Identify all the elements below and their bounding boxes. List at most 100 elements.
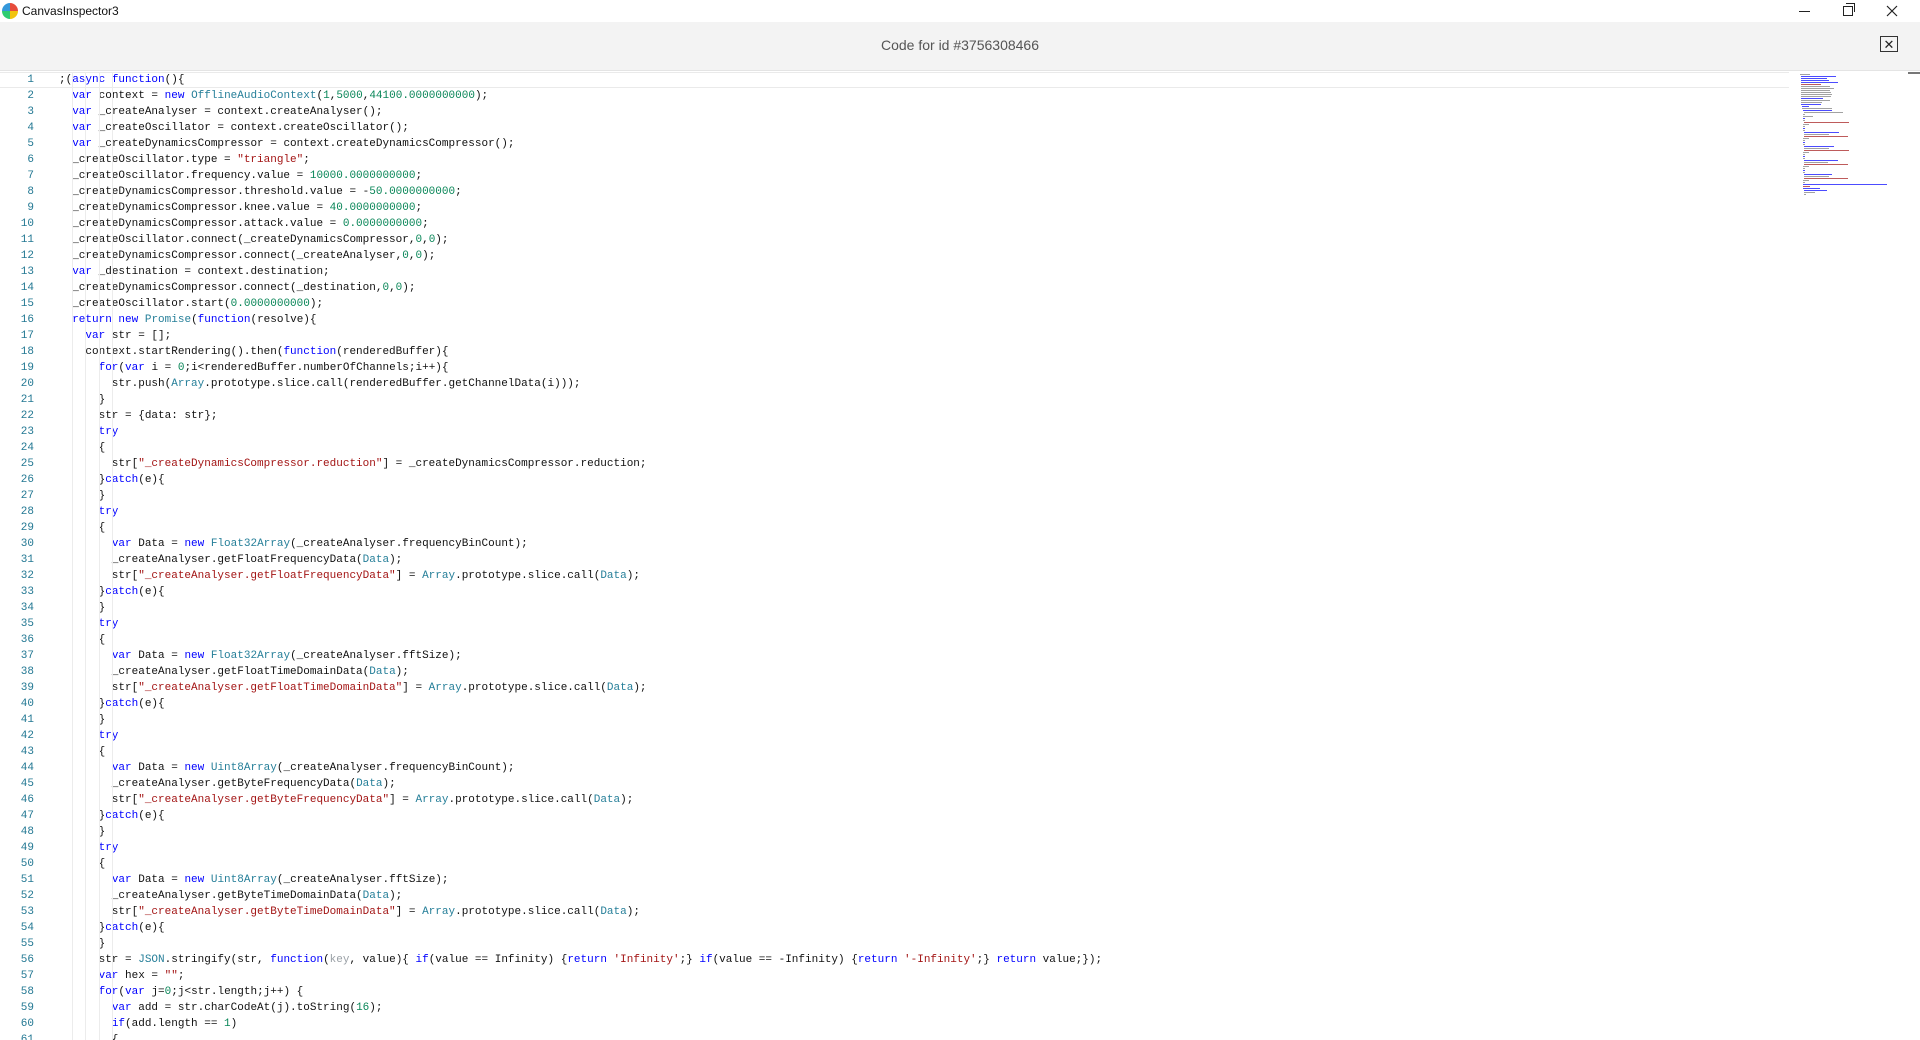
- code-line[interactable]: var _createDynamicsCompressor = context.…: [59, 136, 1789, 152]
- minimap-line: [1803, 186, 1811, 187]
- code-line[interactable]: str["_createAnalyser.getByteTimeDomainDa…: [59, 904, 1789, 920]
- code-line[interactable]: {: [59, 520, 1789, 536]
- line-number: 35: [20, 618, 34, 630]
- minimap-line: [1801, 100, 1830, 101]
- code-line[interactable]: }catch(e){: [59, 808, 1789, 824]
- code-line[interactable]: }: [59, 392, 1789, 408]
- code-line[interactable]: str["_createAnalyser.getFloatTimeDomainD…: [59, 680, 1789, 696]
- code-line[interactable]: str = JSON.stringify(str, function(key, …: [59, 952, 1789, 968]
- code-line[interactable]: var _destination = context.destination;: [59, 264, 1789, 280]
- line-number: 2: [27, 90, 34, 102]
- close-window-button[interactable]: [1870, 0, 1914, 22]
- code-line[interactable]: var Data = new Float32Array(_createAnaly…: [59, 536, 1789, 552]
- code-line[interactable]: var _createAnalyser = context.createAnal…: [59, 104, 1789, 120]
- restore-button[interactable]: [1826, 0, 1870, 22]
- minimap-line: [1803, 140, 1806, 141]
- code-line[interactable]: _createAnalyser.getFloatTimeDomainData(D…: [59, 664, 1789, 680]
- code-line[interactable]: }catch(e){: [59, 584, 1789, 600]
- code-line[interactable]: try: [59, 840, 1789, 856]
- code-line[interactable]: }: [59, 712, 1789, 728]
- code-line[interactable]: {: [59, 856, 1789, 872]
- minimap-line: [1801, 98, 1823, 99]
- code-line[interactable]: var Data = new Uint8Array(_createAnalyse…: [59, 872, 1789, 888]
- code-line[interactable]: try: [59, 728, 1789, 744]
- code-minimap[interactable]: [1794, 72, 1908, 232]
- code-line[interactable]: var Data = new Float32Array(_createAnaly…: [59, 648, 1789, 664]
- code-line[interactable]: _createOscillator.frequency.value = 1000…: [59, 168, 1789, 184]
- code-line[interactable]: ;(async function(){: [59, 72, 1789, 88]
- minimap-line: [1801, 86, 1831, 87]
- code-line[interactable]: }: [59, 600, 1789, 616]
- minimize-button[interactable]: [1782, 0, 1826, 22]
- minimap-line: [1801, 76, 1836, 77]
- code-line[interactable]: _createOscillator.start(0.0000000000);: [59, 296, 1789, 312]
- code-line[interactable]: _createDynamicsCompressor.threshold.valu…: [59, 184, 1789, 200]
- code-line[interactable]: _createAnalyser.getByteFrequencyData(Dat…: [59, 776, 1789, 792]
- code-line[interactable]: }: [59, 824, 1789, 840]
- minimap-line: [1803, 130, 1806, 131]
- code-line[interactable]: str["_createAnalyser.getByteFrequencyDat…: [59, 792, 1789, 808]
- code-line[interactable]: _createDynamicsCompressor.attack.value =…: [59, 216, 1789, 232]
- line-number: 31: [20, 554, 34, 566]
- line-number: 32: [20, 570, 34, 582]
- scrollbar-thumb[interactable]: [1908, 72, 1920, 74]
- minimap-line: [1804, 134, 1829, 135]
- code-line[interactable]: }catch(e){: [59, 472, 1789, 488]
- line-number: 43: [20, 746, 34, 758]
- code-line[interactable]: var context = new OfflineAudioContext(1,…: [59, 88, 1789, 104]
- code-line[interactable]: {: [59, 632, 1789, 648]
- minimap-line: [1801, 90, 1831, 91]
- code-line[interactable]: _createAnalyser.getByteTimeDomainData(Da…: [59, 888, 1789, 904]
- code-line[interactable]: return new Promise(function(resolve){: [59, 312, 1789, 328]
- code-line[interactable]: var _createOscillator = context.createOs…: [59, 120, 1789, 136]
- minimap-line: [1803, 120, 1806, 121]
- code-lines[interactable]: ;(async function(){ var context = new Of…: [59, 72, 1789, 1040]
- line-number: 37: [20, 650, 34, 662]
- code-line[interactable]: var str = [];: [59, 328, 1789, 344]
- minimap-line: [1804, 122, 1849, 123]
- code-line[interactable]: _createDynamicsCompressor.connect(_creat…: [59, 248, 1789, 264]
- code-line[interactable]: try: [59, 504, 1789, 520]
- code-editor[interactable]: 1 2 3 4 5 6 7 8 9 10 11 12 13 14 15 16 17 18 19 20 21 22 23 24 2…: [0, 72, 1920, 1040]
- code-line[interactable]: str["_createDynamicsCompressor.reduction…: [59, 456, 1789, 472]
- code-line[interactable]: _createAnalyser.getFloatFrequencyData(Da…: [59, 552, 1789, 568]
- code-line[interactable]: _createDynamicsCompressor.knee.value = 4…: [59, 200, 1789, 216]
- code-line[interactable]: for(var j=0;j<str.length;j++) {: [59, 984, 1789, 1000]
- code-line[interactable]: str.push(Array.prototype.slice.call(rend…: [59, 376, 1789, 392]
- code-line[interactable]: }: [59, 936, 1789, 952]
- code-line[interactable]: }: [59, 488, 1789, 504]
- code-line[interactable]: {: [59, 1032, 1789, 1040]
- line-number: 16: [20, 314, 34, 326]
- line-number: 53: [20, 906, 34, 918]
- line-number: 14: [20, 282, 34, 294]
- code-line[interactable]: for(var i = 0;i<renderedBuffer.numberOfC…: [59, 360, 1789, 376]
- line-number: 24: [20, 442, 34, 454]
- code-line[interactable]: var Data = new Uint8Array(_createAnalyse…: [59, 760, 1789, 776]
- line-number: 8: [27, 186, 34, 198]
- code-line[interactable]: var add = str.charCodeAt(j).toString(16)…: [59, 1000, 1789, 1016]
- line-number: 13: [20, 266, 34, 278]
- minimap-line: [1803, 154, 1806, 155]
- code-line[interactable]: if(add.length == 1): [59, 1016, 1789, 1032]
- code-line[interactable]: try: [59, 424, 1789, 440]
- code-line[interactable]: try: [59, 616, 1789, 632]
- code-line[interactable]: _createDynamicsCompressor.connect(_desti…: [59, 280, 1789, 296]
- code-line[interactable]: _createOscillator.connect(_createDynamic…: [59, 232, 1789, 248]
- code-line[interactable]: str = {data: str};: [59, 408, 1789, 424]
- line-number: 12: [20, 250, 34, 262]
- code-line[interactable]: context.startRendering().then(function(r…: [59, 344, 1789, 360]
- indent-guide: [72, 72, 74, 1040]
- code-line[interactable]: }catch(e){: [59, 696, 1789, 712]
- line-number: 40: [20, 698, 34, 710]
- code-line[interactable]: }catch(e){: [59, 920, 1789, 936]
- code-line[interactable]: str["_createAnalyser.getFloatFrequencyDa…: [59, 568, 1789, 584]
- line-number: 50: [20, 858, 34, 870]
- close-icon: [1886, 5, 1898, 17]
- code-line[interactable]: {: [59, 440, 1789, 456]
- dialog-close-button[interactable]: ✕: [1880, 36, 1898, 52]
- code-line[interactable]: {: [59, 744, 1789, 760]
- code-line[interactable]: _createOscillator.type = "triangle";: [59, 152, 1789, 168]
- code-line[interactable]: var hex = "";: [59, 968, 1789, 984]
- line-number: 36: [20, 634, 34, 646]
- minimap-line: [1803, 152, 1809, 153]
